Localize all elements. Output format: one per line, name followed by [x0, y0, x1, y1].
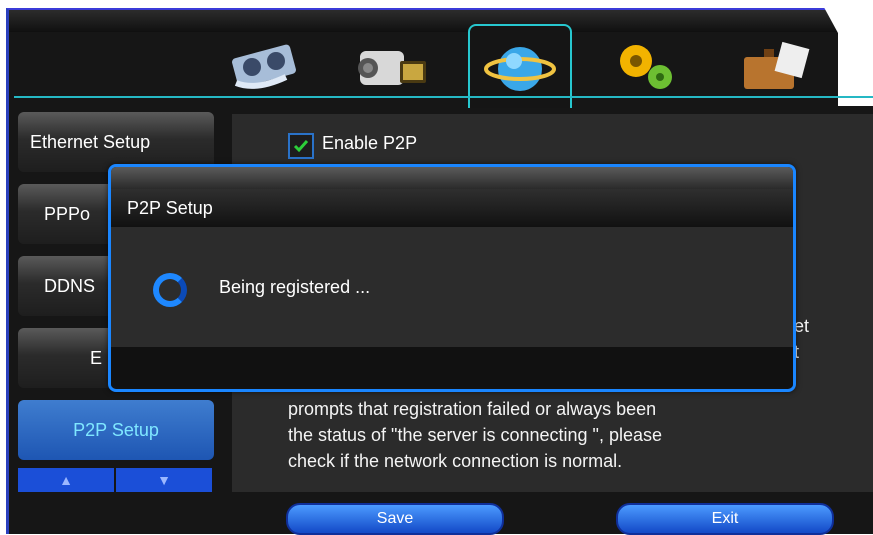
exit-button[interactable]: Exit: [616, 503, 834, 535]
loading-spinner-icon: [153, 273, 187, 307]
network-globe-icon: [484, 47, 556, 91]
dialog-title: P2P Setup: [111, 189, 793, 227]
toolbox-icon: [744, 41, 810, 89]
dialog-footer: [111, 347, 793, 387]
enable-p2p-checkbox[interactable]: [288, 133, 314, 159]
enable-p2p-label: Enable P2P: [322, 133, 418, 153]
dialog-top-bar: [111, 167, 793, 189]
sidebar-item-ethernet-setup[interactable]: Ethernet Setup: [18, 112, 214, 172]
tab-camera[interactable]: [340, 24, 440, 106]
sidebar-item-label: Ethernet Setup: [30, 131, 151, 152]
dialog-body: Being registered ...: [111, 227, 793, 347]
help-line: prompts that registration failed or alwa…: [288, 399, 657, 419]
videotape-icon: [232, 44, 296, 89]
scroll-down-button[interactable]: ▼: [116, 468, 212, 492]
camera-icon: [358, 51, 426, 85]
sidebar-item-p2p-setup[interactable]: P2P Setup: [18, 400, 214, 460]
scroll-up-button[interactable]: ▲: [18, 468, 114, 492]
sidebar-scroll: ▲ ▼: [18, 468, 214, 492]
chevron-down-icon: ▼: [157, 472, 171, 488]
chevron-up-icon: ▲: [59, 472, 73, 488]
sidebar-item-label: E: [90, 347, 103, 368]
sidebar-item-label: DDNS: [44, 275, 96, 296]
tab-advanced[interactable]: [724, 24, 824, 106]
tab-system[interactable]: [596, 24, 696, 106]
checkmark-icon: [293, 140, 309, 153]
main-tabs: [210, 24, 850, 108]
help-text: prompts that registration failed or alwa…: [288, 396, 848, 474]
p2p-setup-dialog: P2P Setup Being registered ...: [108, 164, 796, 392]
save-button[interactable]: Save: [286, 503, 504, 535]
sidebar-item-label: PPPo: [44, 203, 91, 224]
help-line: check if the network connection is norma…: [288, 451, 623, 471]
gears-icon: [620, 45, 672, 89]
tab-record[interactable]: [216, 24, 316, 106]
dialog-message: Being registered ...: [219, 277, 371, 297]
help-line: the status of "the server is connecting …: [288, 425, 662, 445]
sidebar-item-label: P2P Setup: [73, 419, 159, 440]
